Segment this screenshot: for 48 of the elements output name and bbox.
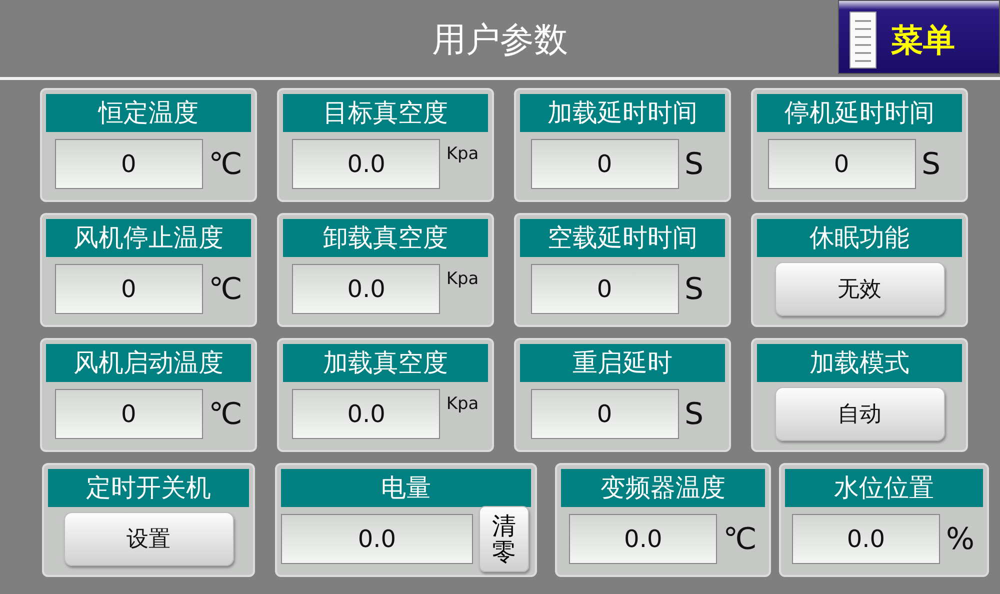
unit-label: S xyxy=(684,270,705,308)
parameter-title: 加载模式 xyxy=(757,344,962,382)
parameter-title: 风机停止温度 xyxy=(46,219,251,257)
value-field[interactable]: 0 xyxy=(54,389,203,439)
unit-label: S xyxy=(684,396,705,434)
value-field[interactable]: 0 xyxy=(530,264,678,314)
unit-label: S xyxy=(684,146,705,184)
parameter-title: 停机延时时间 xyxy=(757,94,962,132)
value-field[interactable]: 0.0 xyxy=(292,264,440,314)
parameter-title: 风机启动温度 xyxy=(46,344,251,382)
option-button[interactable]: 无效 xyxy=(774,262,944,316)
parameter-title: 重启延时 xyxy=(520,344,725,382)
parameter-title: 目标真空度 xyxy=(283,94,488,132)
unit-label: ℃ xyxy=(208,270,242,308)
unit-label: Kpa xyxy=(446,393,479,416)
unit-label: ℃ xyxy=(208,396,242,434)
value-field[interactable]: 0 xyxy=(530,389,678,439)
parameter-title: 加载延时时间 xyxy=(520,94,725,132)
unit-label: % xyxy=(946,520,976,558)
document-icon xyxy=(849,11,877,69)
value-field[interactable]: 0 xyxy=(54,264,203,314)
value-field[interactable]: 0 xyxy=(54,139,203,189)
value-field[interactable]: 0.0 xyxy=(792,514,940,564)
parameter-title: 空载延时时间 xyxy=(520,219,725,257)
parameter-title: 电量 xyxy=(281,469,531,507)
value-field[interactable]: 0.0 xyxy=(569,514,718,564)
parameter-title: 卸载真空度 xyxy=(283,219,488,257)
option-button[interactable]: 自动 xyxy=(774,387,944,441)
page-title: 用户参数 xyxy=(432,20,568,60)
unit-label: Kpa xyxy=(446,143,479,166)
unit-label: ℃ xyxy=(723,520,757,558)
unit-label: ℃ xyxy=(208,146,242,184)
unit-label: S xyxy=(922,146,942,184)
parameter-title: 变频器温度 xyxy=(561,469,765,507)
parameter-title: 恒定温度 xyxy=(46,94,251,132)
option-button[interactable]: 设置 xyxy=(64,512,234,566)
menu-button[interactable]: 菜单 xyxy=(838,0,1000,74)
unit-label: Kpa xyxy=(446,268,479,291)
parameter-title: 水位位置 xyxy=(785,469,983,507)
parameter-title: 休眠功能 xyxy=(757,219,962,257)
value-field[interactable]: 0.0 xyxy=(292,139,440,189)
parameter-title: 定时开关机 xyxy=(48,469,249,507)
value-field[interactable]: 0.0 xyxy=(281,514,473,564)
value-field[interactable]: 0.0 xyxy=(292,389,440,439)
value-field[interactable]: 0 xyxy=(768,139,916,189)
parameter-title: 加载真空度 xyxy=(283,344,488,382)
clear-button[interactable]: 清零 xyxy=(479,506,529,572)
value-field[interactable]: 0 xyxy=(530,139,678,189)
